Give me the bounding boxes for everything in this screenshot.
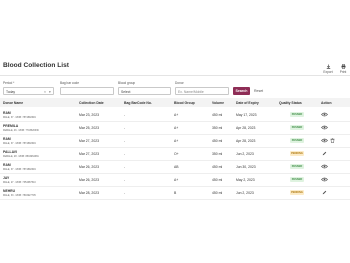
clear-icon[interactable]: × xyxy=(44,90,46,94)
date-of-expiry: Apr 28, 2023 xyxy=(236,125,256,130)
eye-icon[interactable] xyxy=(321,138,328,143)
volume: 350 ml xyxy=(212,151,223,156)
donor-details: MALE, 27 · MOB: 7354687510 xyxy=(3,180,36,184)
blood-group: A+ xyxy=(174,125,179,130)
col-action: Action xyxy=(321,101,332,105)
date-of-expiry: May 2, 2023 xyxy=(236,177,255,182)
export-icon xyxy=(326,64,331,69)
col-donor-name: Donor Name xyxy=(3,101,24,105)
eye-icon[interactable] xyxy=(321,125,328,130)
bag-barcode-input[interactable] xyxy=(60,87,114,95)
donor-name[interactable]: RAM xyxy=(3,163,11,167)
date-of-expiry: Jun 2, 2023 xyxy=(236,151,254,156)
col-blood-group: Blood Group xyxy=(174,101,195,105)
bag-barcode: - xyxy=(124,138,126,143)
reset-button[interactable]: Reset xyxy=(254,89,263,93)
blood-group-select[interactable]: Select xyxy=(118,87,171,95)
volume: 450 ml xyxy=(212,190,223,195)
donor-name[interactable]: PREMILA xyxy=(3,124,18,128)
blood-group-label: Blood group xyxy=(118,81,136,85)
status-badge: PENDING xyxy=(290,189,304,195)
blood-group: AB xyxy=(174,164,179,169)
volume: 350 ml xyxy=(212,125,223,130)
col-bag-barcode: Bag BarCode No. xyxy=(124,101,152,105)
collection-date: Mar 26, 2023 xyxy=(79,177,99,182)
donor-details: FEMALE, 28 · MOB: 8804964681 xyxy=(3,154,39,158)
date-of-expiry: Jun 30, 2023 xyxy=(236,164,256,169)
donor-details: FEMALE, 46 · MOB: 7703520636 xyxy=(3,128,39,132)
status-badge: PASSED xyxy=(290,176,304,182)
collection-date: Mar 26, 2023 xyxy=(79,164,99,169)
collection-date: Mar 27, 2023 xyxy=(79,151,99,156)
chevron-down-icon[interactable]: ▾ xyxy=(49,90,51,94)
bag-barcode: - xyxy=(124,125,126,130)
date-of-expiry: Jun 2, 2023 xyxy=(236,190,254,195)
status-badge: PASSED xyxy=(290,137,304,143)
collection-date: Mar 25, 2023 xyxy=(79,125,99,130)
bag-barcode: - xyxy=(124,151,126,156)
eye-icon[interactable] xyxy=(321,164,328,169)
donor-name[interactable]: RAM xyxy=(3,137,11,141)
period-select[interactable]: Today × ▾ xyxy=(3,87,54,95)
page-title: Blood Collection List xyxy=(3,62,69,69)
donor-name[interactable]: NEHRU xyxy=(3,189,15,193)
donor-label: Donor xyxy=(175,81,184,85)
bag-barcode: - xyxy=(124,177,126,182)
blood-group: A+ xyxy=(174,138,179,143)
bag-barcode: - xyxy=(124,164,126,169)
blood-group: A+ xyxy=(174,177,179,182)
bag-barcode: - xyxy=(124,112,126,117)
print-icon xyxy=(341,64,346,69)
bag-barcode: - xyxy=(124,190,126,195)
eye-icon[interactable] xyxy=(321,112,328,117)
date-of-expiry: May 17, 2023 xyxy=(236,112,257,117)
period-value: Today xyxy=(6,90,16,94)
volume: 450 ml xyxy=(212,164,223,169)
status-badge: PASSED xyxy=(290,163,304,169)
donor-name[interactable]: RAM xyxy=(3,111,11,115)
export-button[interactable]: Export xyxy=(321,64,335,74)
edit-icon[interactable] xyxy=(322,190,327,195)
status-badge: PENDING xyxy=(290,150,304,156)
blood-group-value: Select xyxy=(121,90,131,94)
edit-icon[interactable] xyxy=(322,151,327,156)
col-volume: Volume xyxy=(212,101,224,105)
blood-group: B xyxy=(174,190,177,195)
donor-details: MALE, 37 · MOB: 7874892649 xyxy=(3,167,36,171)
row-divider xyxy=(0,199,350,200)
donor-input[interactable]: Ex. Name/Mobile xyxy=(175,87,229,95)
blood-group: O+ xyxy=(174,151,179,156)
donor-placeholder: Ex. Name/Mobile xyxy=(178,90,204,94)
header-divider xyxy=(0,75,350,76)
volume: 450 ml xyxy=(212,177,223,182)
donor-details: MALE, 37 · MOB: 7874892649 xyxy=(3,141,36,145)
volume: 450 ml xyxy=(212,138,223,143)
bag-barcode-label: Bag bar code xyxy=(60,81,79,85)
eye-icon[interactable] xyxy=(321,177,328,182)
date-of-expiry: Apr 28, 2023 xyxy=(236,138,256,143)
col-quality-status: Quality Status xyxy=(279,101,302,105)
search-button[interactable]: Search xyxy=(233,87,250,95)
col-collection-date: Collection Date xyxy=(79,101,104,105)
period-label: Period * xyxy=(3,81,15,85)
collection-date: Mar 23, 2023 xyxy=(79,112,99,117)
collection-date: Mar 28, 2023 xyxy=(79,190,99,195)
donor-details: MALE, 33 · MOB: 7804927705 xyxy=(3,193,36,197)
blood-group: A+ xyxy=(174,112,179,117)
donor-name[interactable]: PALLAVI xyxy=(3,150,17,154)
print-button[interactable]: Print xyxy=(336,64,350,74)
status-badge: PASSED xyxy=(290,124,304,130)
col-date-of-expiry: Date of Expiry xyxy=(236,101,259,105)
collection-date: Mar 27, 2023 xyxy=(79,138,99,143)
export-label: Export xyxy=(323,70,333,74)
status-badge: PASSED xyxy=(290,111,304,117)
delete-icon[interactable] xyxy=(330,137,335,143)
print-label: Print xyxy=(339,70,347,74)
volume: 450 ml xyxy=(212,112,223,117)
donor-name[interactable]: JAY xyxy=(3,176,9,180)
donor-details: MALE, 37 · MOB: 7874892649 xyxy=(3,115,36,119)
